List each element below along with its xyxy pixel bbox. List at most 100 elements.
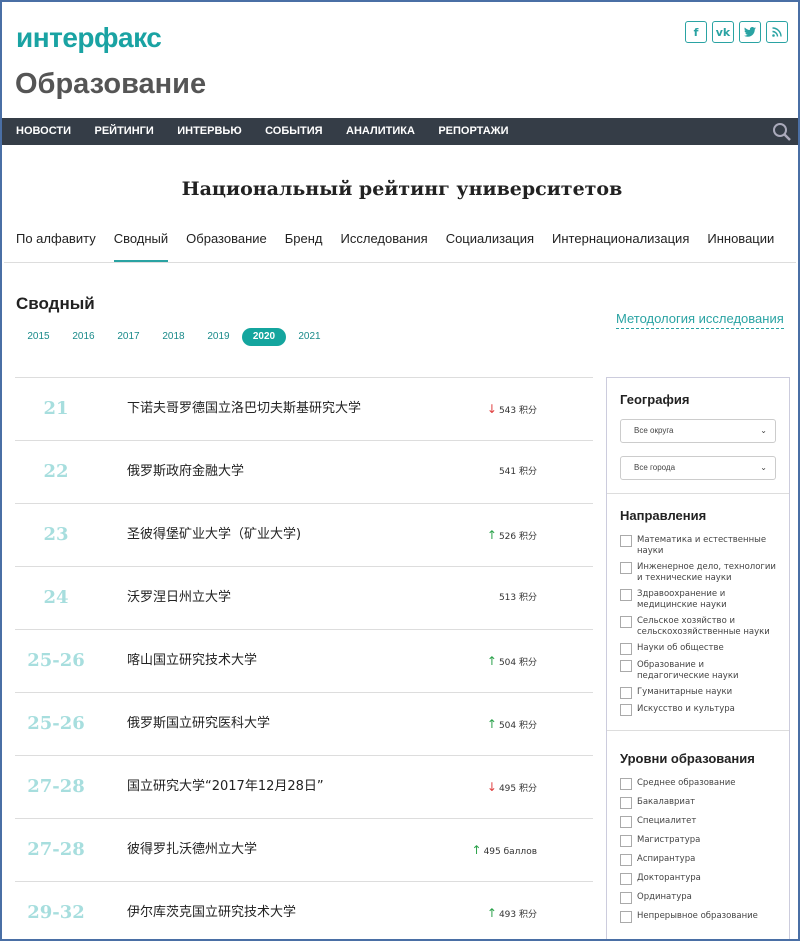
checkbox[interactable] — [620, 835, 632, 847]
rank-number: 27-28 — [27, 839, 85, 860]
year-2021[interactable]: 2021 — [287, 328, 332, 346]
score: ↑ 495 баллов — [471, 843, 537, 857]
twitter-icon[interactable] — [739, 21, 761, 43]
checkbox[interactable] — [620, 562, 632, 574]
university-name[interactable]: 彼得罗扎沃德州立大学 — [127, 819, 257, 881]
direction-checkbox[interactable]: Искусство и культура — [620, 704, 776, 716]
rating-subtitle: Сводный — [16, 294, 95, 313]
ranking-list: 21 下诺夫哥罗德国立洛巴切夫斯基研究大学 ↓ 543 积分 22 俄罗斯政府金融… — [15, 377, 593, 939]
ranking-row[interactable]: 22 俄罗斯政府金融大学 541 积分 — [15, 440, 593, 503]
tab-internationalization[interactable]: Интернационализация — [552, 231, 689, 260]
nav-analytics[interactable]: АНАЛИТИКА — [346, 118, 415, 145]
direction-checkbox[interactable]: Науки об обществе — [620, 643, 776, 655]
year-2015[interactable]: 2015 — [16, 328, 61, 346]
level-checkbox[interactable]: Магистратура — [620, 835, 776, 847]
ranking-row[interactable]: 25-26 俄罗斯国立研究医科大学 ↑ 504 积分 — [15, 692, 593, 755]
level-checkbox[interactable]: Аспирантура — [620, 854, 776, 866]
university-name[interactable]: 喀山国立研究技术大学 — [127, 630, 257, 692]
checkbox[interactable] — [620, 643, 632, 655]
checkbox[interactable] — [620, 797, 632, 809]
directions-filter: Направления Математика и естественные на… — [607, 508, 789, 716]
year-2020[interactable]: 2020 — [242, 328, 286, 346]
tab-socialization[interactable]: Социализация — [446, 231, 534, 260]
nav-reports[interactable]: РЕПОРТАЖИ — [438, 118, 508, 145]
tab-education[interactable]: Образование — [186, 231, 267, 260]
rank-number: 27-28 — [27, 776, 85, 797]
city-select[interactable]: Все города ⌄ — [620, 456, 776, 480]
nav-events[interactable]: СОБЫТИЯ — [265, 118, 322, 145]
checkbox[interactable] — [620, 911, 632, 923]
ranking-row[interactable]: 27-28 国立研究大学“2017年12月28日” ↓ 495 积分 — [15, 755, 593, 818]
nav-interview[interactable]: ИНТЕРВЬЮ — [177, 118, 241, 145]
divider — [607, 493, 789, 494]
nav-ratings[interactable]: РЕЙТИНГИ — [94, 118, 153, 145]
year-2016[interactable]: 2016 — [61, 328, 106, 346]
direction-checkbox[interactable]: Математика и естественные науки — [620, 535, 776, 557]
nav-news[interactable]: НОВОСТИ — [16, 118, 71, 145]
geo-title: География — [620, 392, 690, 407]
divider — [607, 730, 789, 731]
university-name[interactable]: 国立研究大学“2017年12月28日” — [127, 756, 324, 818]
level-checkbox[interactable]: Специалитет — [620, 816, 776, 828]
checkbox[interactable] — [620, 535, 632, 547]
search-icon[interactable] — [772, 122, 792, 142]
year-2017[interactable]: 2017 — [106, 328, 151, 346]
tab-research[interactable]: Исследования — [341, 231, 428, 260]
ranking-row[interactable]: 23 圣彼得堡矿业大学（矿业大学) ↑ 526 积分 — [15, 503, 593, 566]
ranking-row[interactable]: 27-28 彼得罗扎沃德州立大学 ↑ 495 баллов — [15, 818, 593, 881]
university-name[interactable]: 下诺夫哥罗德国立洛巴切夫斯基研究大学 — [127, 378, 361, 440]
methodology-link[interactable]: Методология исследования — [616, 311, 784, 329]
score: ↑ 504 积分 — [486, 654, 537, 668]
district-select[interactable]: Все округа ⌄ — [620, 419, 776, 443]
university-name[interactable]: 圣彼得堡矿业大学（矿业大学) — [127, 504, 301, 566]
year-2018[interactable]: 2018 — [151, 328, 196, 346]
rank-number: 25-26 — [27, 713, 85, 734]
level-checkbox[interactable]: Докторантура — [620, 873, 776, 885]
interfax-logo[interactable]: интерфакс — [16, 22, 162, 54]
checkbox[interactable] — [620, 873, 632, 885]
facebook-icon[interactable]: f — [685, 21, 707, 43]
rss-icon[interactable] — [766, 21, 788, 43]
tab-summary[interactable]: Сводный — [113, 231, 169, 262]
checkbox[interactable] — [620, 704, 632, 716]
direction-checkbox[interactable]: Инженерное дело, технологии и технически… — [620, 562, 776, 584]
checkbox[interactable] — [620, 589, 632, 601]
tab-alphabet[interactable]: По алфавиту — [16, 231, 96, 260]
ranking-row[interactable]: 25-26 喀山国立研究技术大学 ↑ 504 积分 — [15, 629, 593, 692]
ranking-row[interactable]: 21 下诺夫哥罗德国立洛巴切夫斯基研究大学 ↓ 543 积分 — [15, 377, 593, 440]
level-checkbox[interactable]: Среднее образование — [620, 778, 776, 790]
arrow-up-icon: ↑ — [486, 654, 497, 668]
university-name[interactable]: 伊尔库茨克国立研究技术大学 — [127, 882, 296, 939]
score: ↑ 493 积分 — [486, 906, 537, 920]
year-2019[interactable]: 2019 — [196, 328, 241, 346]
rank-number: 25-26 — [27, 650, 85, 671]
direction-checkbox[interactable]: Гуманитарные науки — [620, 687, 776, 699]
tabs-divider — [4, 262, 796, 263]
section-title[interactable]: Образование — [15, 68, 206, 101]
university-name[interactable]: 沃罗涅日州立大学 — [127, 567, 231, 629]
levels-title: Уровни образования — [620, 751, 755, 766]
university-name[interactable]: 俄罗斯国立研究医科大学 — [127, 693, 270, 755]
level-checkbox[interactable]: Бакалавриат — [620, 797, 776, 809]
direction-checkbox[interactable]: Образование и педагогические науки — [620, 660, 776, 682]
direction-checkbox[interactable]: Здравоохранение и медицинские науки — [620, 589, 776, 611]
university-name[interactable]: 俄罗斯政府金融大学 — [127, 441, 244, 503]
checkbox[interactable] — [620, 892, 632, 904]
checkbox[interactable] — [620, 778, 632, 790]
level-checkbox[interactable]: Ординатура — [620, 892, 776, 904]
checkbox[interactable] — [620, 616, 632, 628]
chevron-down-icon: ⌄ — [760, 426, 767, 435]
checkbox[interactable] — [620, 687, 632, 699]
vk-icon[interactable]: vk — [712, 21, 734, 43]
tab-innovation[interactable]: Инновации — [707, 231, 774, 260]
direction-checkbox[interactable]: Сельское хозяйство и сельскохозяйственны… — [620, 616, 776, 638]
checkbox[interactable] — [620, 816, 632, 828]
ranking-row[interactable]: 24 沃罗涅日州立大学 513 积分 — [15, 566, 593, 629]
social-links: f vk — [685, 21, 788, 43]
checkbox[interactable] — [620, 854, 632, 866]
level-checkbox[interactable]: Непрерывное образование — [620, 911, 776, 923]
checkbox[interactable] — [620, 660, 632, 672]
ranking-row[interactable]: 29-32 伊尔库茨克国立研究技术大学 ↑ 493 积分 — [15, 881, 593, 939]
tab-brand[interactable]: Бренд — [285, 231, 323, 260]
rating-tabs: По алфавиту Сводный Образование Бренд Ис… — [16, 231, 792, 262]
